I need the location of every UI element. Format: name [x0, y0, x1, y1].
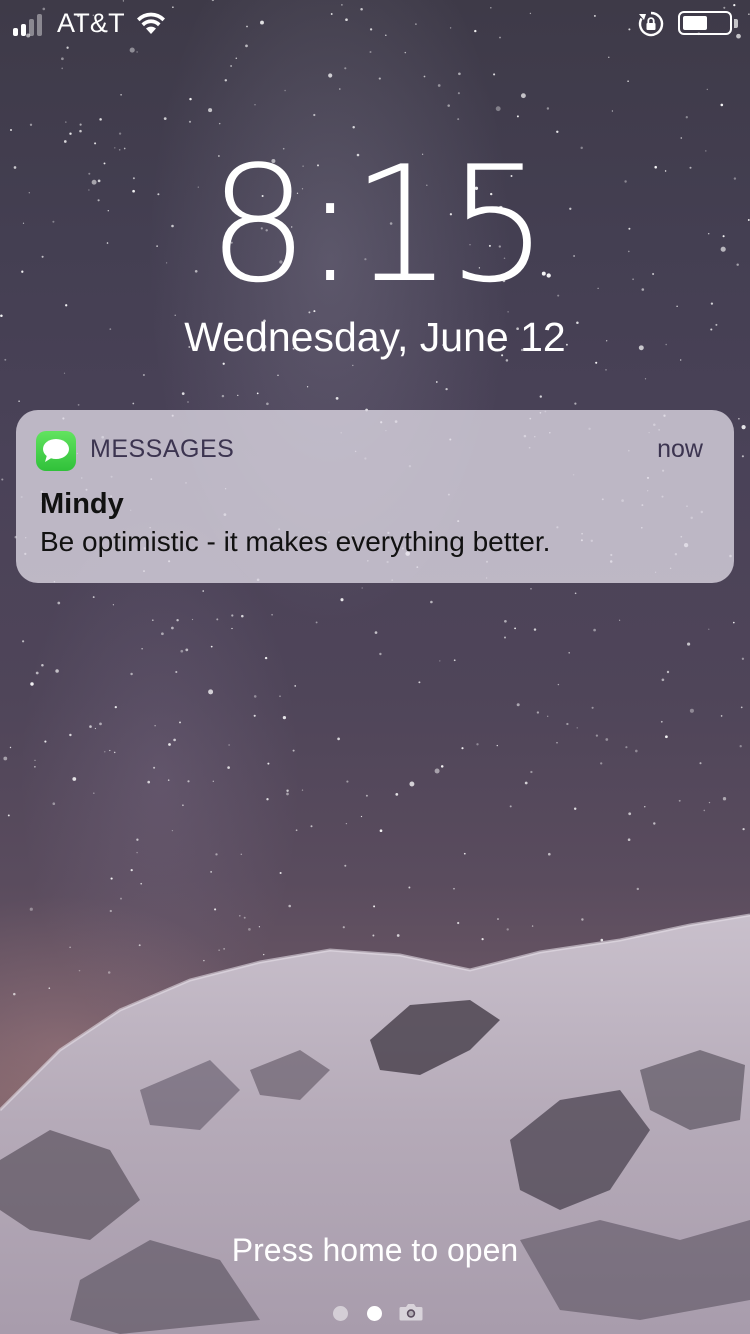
lock-screen: AT&T 8:15 Wednesday, June 12 MESSAGES no…	[0, 0, 750, 1334]
wifi-icon	[137, 12, 165, 34]
unlock-hint: Press home to open	[231, 1232, 519, 1268]
notification-sender: Mindy	[40, 488, 124, 520]
rotation-lock-icon	[638, 11, 664, 37]
battery-tip	[734, 19, 738, 28]
signal-icon	[13, 12, 42, 36]
page-indicator[interactable]	[0, 1303, 750, 1325]
message-notification[interactable]: MESSAGES now Mindy Be optimistic - it ma…	[16, 410, 734, 583]
notification-app-name: MESSAGES	[90, 435, 235, 463]
camera-icon[interactable]	[399, 1302, 423, 1322]
battery-icon	[678, 11, 732, 35]
notification-time: now	[657, 435, 703, 463]
page-dot-current[interactable]	[367, 1306, 382, 1321]
notification-message: Be optimistic - it makes everything bett…	[40, 526, 551, 557]
lock-screen-time: 8:15	[207, 131, 548, 318]
status-bar: AT&T	[0, 0, 750, 50]
messages-icon	[36, 431, 76, 471]
page-dot-notifications[interactable]	[333, 1306, 348, 1321]
battery-level	[683, 16, 707, 30]
carrier-name: AT&T	[57, 8, 125, 38]
lock-screen-date: Wednesday, June 12	[184, 314, 566, 360]
